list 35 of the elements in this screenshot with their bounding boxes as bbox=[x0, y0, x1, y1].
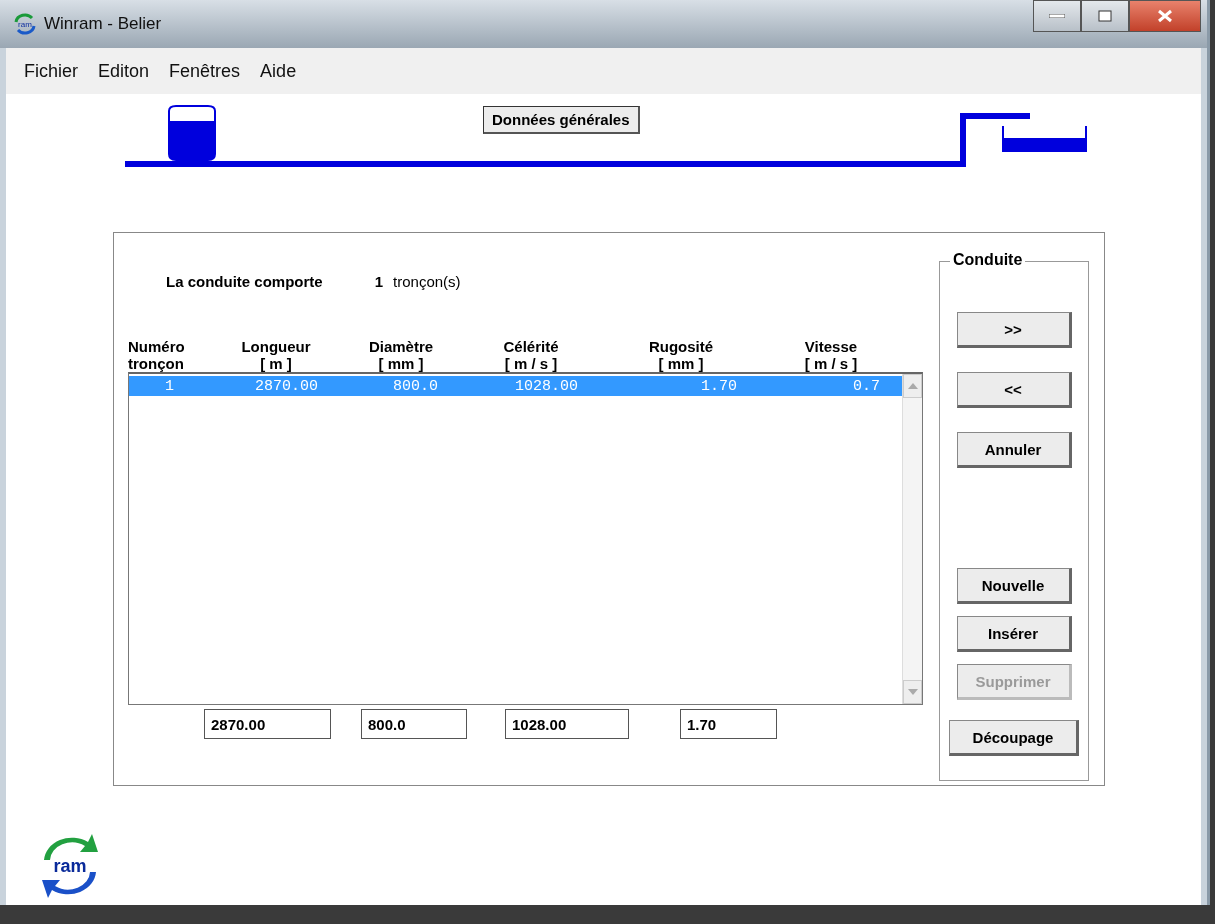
column-header: Vitesse [ m / s ] bbox=[803, 338, 859, 372]
close-icon bbox=[1157, 9, 1173, 23]
menu-item[interactable]: Aide bbox=[260, 60, 297, 82]
maximize-button[interactable] bbox=[1081, 0, 1129, 32]
logo: ram bbox=[36, 830, 104, 900]
column-header: Célérité [ m / s ] bbox=[502, 338, 560, 372]
scroll-up-icon bbox=[907, 383, 918, 389]
general-data-button[interactable]: Données générales bbox=[483, 106, 640, 134]
value-field[interactable]: 2870.00 bbox=[204, 709, 331, 739]
value-field[interactable]: 800.0 bbox=[361, 709, 467, 739]
value-field[interactable]: 1028.00 bbox=[505, 709, 629, 739]
conduite-button[interactable]: >> bbox=[956, 312, 1072, 348]
section-unit: tronçon(s) bbox=[393, 273, 461, 290]
minimize-icon bbox=[1049, 14, 1065, 18]
section-count: 1 bbox=[374, 273, 384, 290]
menu-item[interactable]: Editon bbox=[98, 60, 150, 82]
close-button[interactable] bbox=[1129, 0, 1201, 32]
column-header: Diamètre [ mm ] bbox=[367, 338, 435, 372]
conduite-button[interactable]: Insérer bbox=[956, 616, 1072, 652]
conduite-button[interactable]: Nouvelle bbox=[956, 568, 1072, 604]
scroll-down-icon bbox=[907, 689, 918, 695]
value-field[interactable]: 1.70 bbox=[680, 709, 777, 739]
window-title: Winram - Belier bbox=[44, 14, 162, 34]
summary-label: La conduite comporte bbox=[166, 273, 323, 290]
column-header: Rugosité [ mm ] bbox=[647, 338, 715, 372]
menu-item[interactable]: Fichier bbox=[24, 60, 78, 82]
column-header: Numéro tronçon bbox=[128, 338, 186, 372]
scrollbar[interactable] bbox=[902, 374, 922, 704]
conduite-button[interactable]: Découpage bbox=[949, 720, 1079, 756]
menu-item[interactable]: Fenêtres bbox=[169, 60, 241, 82]
column-header: Longueur [ m ] bbox=[240, 338, 312, 372]
conduite-button[interactable]: Annuler bbox=[956, 432, 1072, 468]
minimize-button[interactable] bbox=[1033, 0, 1081, 32]
maximize-icon bbox=[1098, 10, 1112, 22]
conduite-button[interactable]: << bbox=[956, 372, 1072, 408]
